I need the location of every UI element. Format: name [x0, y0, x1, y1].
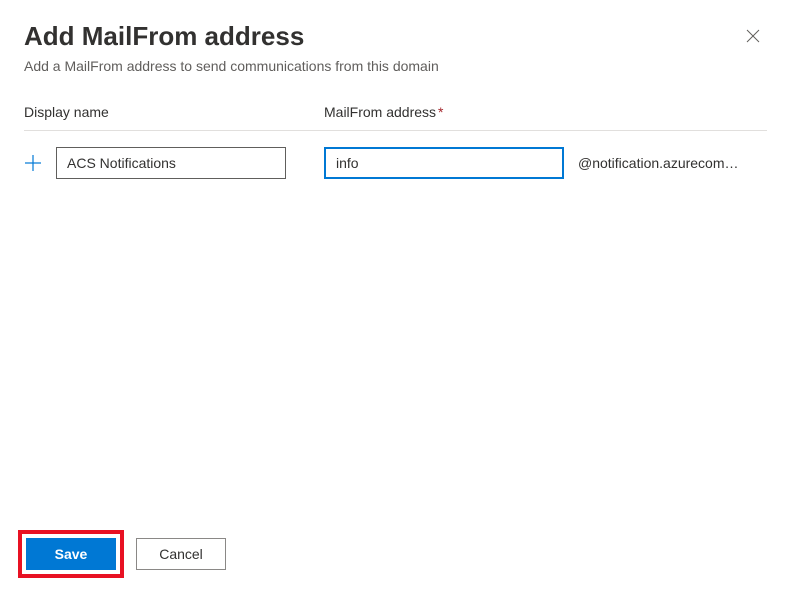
inputs-row: @notification.azurecom… [24, 137, 767, 179]
display-name-label: Display name [24, 104, 324, 120]
required-asterisk: * [438, 104, 443, 120]
mailfrom-input[interactable] [324, 147, 564, 179]
display-name-input[interactable] [56, 147, 286, 179]
close-icon [745, 28, 761, 44]
dialog-footer: Save Cancel [18, 530, 226, 578]
column-headers-row: Display name MailFrom address* [24, 104, 767, 131]
cancel-button[interactable]: Cancel [136, 538, 226, 570]
mailfrom-label-text: MailFrom address [324, 104, 436, 120]
dialog-subtitle: Add a MailFrom address to send communica… [24, 58, 767, 74]
plus-icon [24, 154, 42, 172]
dialog-title: Add MailFrom address [24, 20, 767, 54]
dialog-header: Add MailFrom address Add a MailFrom addr… [0, 0, 791, 86]
save-button[interactable]: Save [26, 538, 116, 570]
mailfrom-label: MailFrom address* [324, 104, 443, 120]
domain-suffix: @notification.azurecom… [578, 155, 739, 171]
save-button-highlight: Save [18, 530, 124, 578]
add-row-button[interactable] [24, 154, 56, 172]
close-button[interactable] [743, 26, 763, 46]
form-area: Display name MailFrom address* @notifica… [0, 86, 791, 179]
